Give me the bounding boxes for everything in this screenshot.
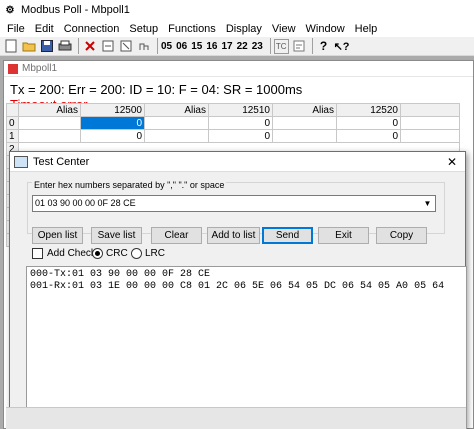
mbpoll-window-icon bbox=[8, 63, 18, 74]
menu-view[interactable]: View bbox=[267, 23, 301, 35]
function-05-button[interactable]: 05 bbox=[161, 41, 172, 52]
test-center-button[interactable]: TC bbox=[273, 38, 289, 54]
mbpoll-title-bar: Mbpoll1 bbox=[4, 61, 473, 77]
crc-label: CRC bbox=[106, 248, 128, 259]
traffic-icon[interactable] bbox=[291, 38, 307, 54]
function-15-button[interactable]: 15 bbox=[191, 41, 202, 52]
toolbar: 05 06 15 16 17 22 23 TC ? ↖? bbox=[0, 37, 474, 56]
menu-display[interactable]: Display bbox=[221, 23, 267, 35]
value-cell[interactable]: 0 bbox=[208, 129, 273, 143]
traffic-log[interactable]: 000-Tx:01 03 90 00 00 0F 28 CE 001-Rx:01 … bbox=[26, 266, 467, 429]
menu-edit[interactable]: Edit bbox=[30, 23, 59, 35]
save-list-button[interactable]: Save list bbox=[91, 227, 142, 244]
alias-cell[interactable] bbox=[144, 116, 209, 130]
print-icon[interactable] bbox=[57, 38, 73, 54]
test-center-icon bbox=[14, 155, 28, 168]
alias-cell[interactable] bbox=[18, 116, 81, 130]
clear-button[interactable]: Clear bbox=[151, 227, 202, 244]
add-to-list-button[interactable]: Add to list bbox=[207, 227, 260, 244]
menu-setup[interactable]: Setup bbox=[124, 23, 163, 35]
column-header-alias[interactable]: Alias bbox=[272, 103, 337, 117]
toolbar-separator bbox=[311, 38, 313, 54]
dialog-close-icon[interactable]: ✕ bbox=[443, 154, 461, 170]
toolbar-separator bbox=[269, 38, 271, 54]
column-header-extra bbox=[400, 103, 460, 117]
value-cell[interactable]: 0 bbox=[80, 129, 145, 143]
table-header-row: Alias 12500 Alias 12510 Alias 12520 bbox=[6, 103, 460, 117]
log-line: 001-Rx:01 03 1E 00 00 00 C8 01 2C 06 5E … bbox=[30, 281, 445, 292]
extra-cell bbox=[400, 116, 460, 130]
lrc-radio[interactable] bbox=[131, 248, 142, 259]
send-button[interactable]: Send bbox=[262, 227, 313, 244]
poll-status: Tx = 200: Err = 200: ID = 10: F = 04: SR… bbox=[10, 82, 303, 97]
row-index: 1 bbox=[6, 129, 19, 143]
lrc-label: LRC bbox=[145, 248, 166, 259]
value-cell[interactable]: 0 bbox=[336, 129, 401, 143]
dialog-title-bar: Test Center bbox=[10, 152, 465, 172]
open-folder-icon[interactable] bbox=[21, 38, 37, 54]
value-cell[interactable]: 0 bbox=[208, 116, 273, 130]
column-header-alias[interactable]: Alias bbox=[144, 103, 209, 117]
menu-window[interactable]: Window bbox=[301, 23, 350, 35]
app-icon: ⚙ bbox=[5, 4, 15, 16]
close-icon[interactable] bbox=[82, 38, 98, 54]
menu-file[interactable]: File bbox=[2, 23, 30, 35]
crc-option[interactable]: CRC bbox=[92, 248, 128, 259]
about-icon[interactable]: ? bbox=[316, 38, 332, 54]
menu-help[interactable]: Help bbox=[350, 23, 383, 35]
function-17-button[interactable]: 17 bbox=[222, 41, 233, 52]
log-line: 000-Tx:01 03 90 00 00 0F 28 CE bbox=[30, 269, 211, 280]
table-row: 0 0 0 0 bbox=[6, 116, 460, 130]
test-center-dialog: Test Center ✕ Enter hex numbers separate… bbox=[9, 151, 467, 429]
alias-cell[interactable] bbox=[144, 129, 209, 143]
lrc-option[interactable]: LRC bbox=[131, 248, 165, 259]
alias-cell[interactable] bbox=[272, 129, 337, 143]
new-file-icon[interactable] bbox=[3, 38, 19, 54]
corner-cell bbox=[6, 103, 19, 117]
table-row: 1 0 0 0 bbox=[6, 129, 460, 143]
hex-input-value: 01 03 90 00 00 0F 28 CE bbox=[35, 198, 136, 208]
copy-button[interactable]: Copy bbox=[376, 227, 427, 244]
toolbar-separator bbox=[157, 38, 158, 54]
column-header-address[interactable]: 12500 bbox=[80, 103, 145, 117]
context-help-icon[interactable]: ↖? bbox=[334, 38, 350, 54]
alias-cell[interactable] bbox=[18, 129, 81, 143]
column-header-alias[interactable]: Alias bbox=[18, 103, 81, 117]
hex-input[interactable]: 01 03 90 00 00 0F 28 CE ▼ bbox=[32, 195, 436, 212]
save-icon[interactable] bbox=[39, 38, 55, 54]
function-23-button[interactable]: 23 bbox=[252, 41, 263, 52]
mbpoll-title: Mbpoll1 bbox=[22, 63, 58, 74]
column-header-address[interactable]: 12520 bbox=[336, 103, 401, 117]
crc-radio[interactable] bbox=[92, 248, 103, 259]
function-16-button[interactable]: 16 bbox=[206, 41, 217, 52]
add-check-checkbox[interactable] bbox=[32, 248, 43, 259]
menu-connection[interactable]: Connection bbox=[59, 23, 125, 35]
exit-button[interactable]: Exit bbox=[318, 227, 369, 244]
function-06-button[interactable]: 06 bbox=[176, 41, 187, 52]
app-title-bar: ⚙ Modbus Poll - Mbpoll1 bbox=[0, 0, 474, 20]
read-write-icon[interactable] bbox=[136, 38, 152, 54]
add-check-option[interactable]: Add Check bbox=[32, 248, 96, 259]
value-cell[interactable]: 0 bbox=[336, 116, 401, 130]
toolbar-separator bbox=[78, 38, 79, 54]
chevron-down-icon[interactable]: ▼ bbox=[420, 196, 435, 211]
alias-cell[interactable] bbox=[272, 116, 337, 130]
table-bottom-strip bbox=[6, 407, 466, 429]
column-header-address[interactable]: 12510 bbox=[208, 103, 273, 117]
disconnect-icon[interactable] bbox=[118, 38, 134, 54]
add-check-label: Add Check bbox=[47, 248, 96, 259]
hex-input-label: Enter hex numbers separated by "," "." o… bbox=[32, 180, 227, 190]
row-index: 0 bbox=[6, 116, 19, 130]
dialog-title: Test Center bbox=[33, 155, 90, 168]
menu-functions[interactable]: Functions bbox=[163, 23, 221, 35]
value-cell[interactable]: 0 bbox=[80, 116, 145, 130]
open-list-button[interactable]: Open list bbox=[32, 227, 83, 244]
app-title: Modbus Poll - Mbpoll1 bbox=[21, 4, 130, 16]
connect-icon[interactable] bbox=[100, 38, 116, 54]
extra-cell bbox=[400, 129, 460, 143]
function-22-button[interactable]: 22 bbox=[237, 41, 248, 52]
menu-bar: File Edit Connection Setup Functions Dis… bbox=[0, 20, 474, 37]
